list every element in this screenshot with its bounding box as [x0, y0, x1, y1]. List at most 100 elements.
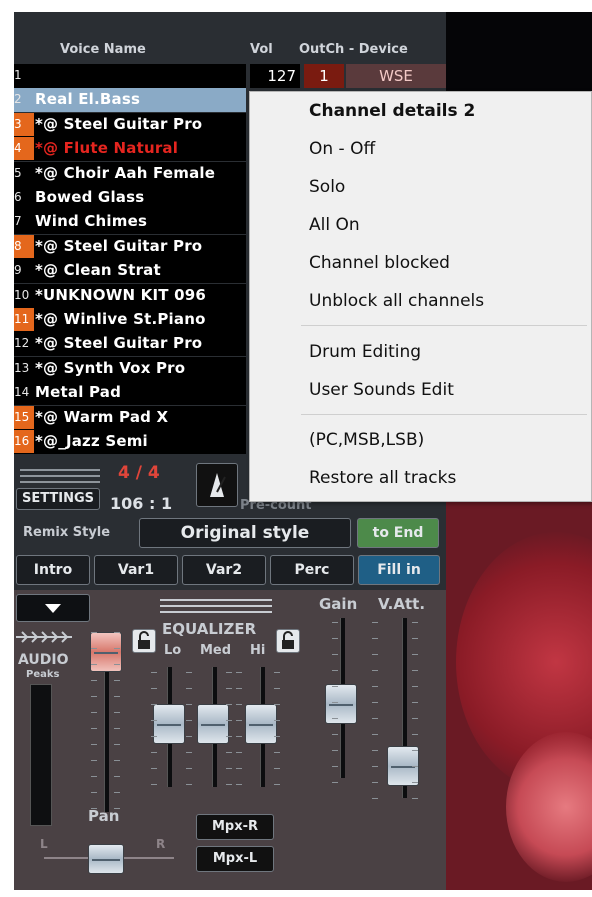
scale-tick	[332, 750, 338, 751]
channel-row[interactable]: 2 Real El.Bass	[14, 88, 246, 113]
voice-name: *@ Winlive St.Piano	[35, 310, 206, 328]
channel-row[interactable]: 12 *@ Steel Guitar Pro	[14, 332, 246, 357]
eq-hi-knob[interactable]	[245, 704, 277, 744]
voice-name: *@ Flute Natural	[35, 139, 179, 158]
scale-tick	[236, 768, 242, 769]
channel-dropdown[interactable]	[16, 594, 90, 622]
scale-tick	[114, 632, 120, 633]
scale-tick	[372, 702, 378, 703]
volume-value[interactable]: 127	[250, 64, 300, 88]
channel-row[interactable]: 6 Bowed Glass	[14, 186, 246, 210]
output-channel[interactable]: 1	[304, 64, 344, 88]
eq-med-label: Med	[200, 643, 232, 658]
scale-tick	[151, 768, 157, 769]
channel-row[interactable]: 13 *@ Synth Vox Pro	[14, 356, 246, 381]
voice-name	[35, 64, 246, 87]
channel-number: 9	[14, 263, 22, 278]
menu-item-solo[interactable]: Solo	[309, 168, 345, 206]
scale-tick	[236, 720, 242, 721]
output-device[interactable]: WSE	[346, 64, 446, 88]
settings-button[interactable]: SETTINGS	[16, 488, 100, 510]
audio-label: AUDIO	[18, 652, 69, 668]
scale-tick	[412, 766, 418, 767]
gain-knob[interactable]	[325, 684, 357, 724]
channel-number: 4	[14, 137, 34, 161]
scale-tick	[236, 672, 242, 673]
channel-row[interactable]: 14 Metal Pad	[14, 381, 246, 406]
scale-tick	[114, 760, 120, 761]
eq-lock-button[interactable]	[276, 629, 300, 653]
scale-tick	[151, 688, 157, 689]
mpx-l-button[interactable]: Mpx-L	[196, 846, 274, 872]
fill-in-button[interactable]: Fill in	[358, 555, 440, 585]
menu-item-channel-blocked[interactable]: Channel blocked	[309, 244, 450, 282]
channel-row[interactable]: 11 *@ Winlive St.Piano	[14, 308, 246, 332]
menu-item-restore-tracks[interactable]: Restore all tracks	[309, 459, 456, 497]
channel-row[interactable]: 10 *UNKNOWN KIT 096	[14, 283, 246, 308]
volume-fader-knob[interactable]	[90, 632, 122, 672]
scale-tick	[151, 736, 157, 737]
peaks-label: Peaks	[26, 669, 60, 680]
scale-tick	[114, 664, 120, 665]
scale-tick	[91, 728, 97, 729]
channel-row[interactable]: 8 *@ Steel Guitar Pro	[14, 234, 246, 259]
channel-row[interactable]: 9 *@ Clean Strat	[14, 259, 246, 284]
menu-title-channel-details[interactable]: Channel details 2	[309, 92, 475, 130]
scale-tick	[186, 704, 192, 705]
channel-row[interactable]: 15 *@ Warm Pad X	[14, 405, 246, 430]
menu-item-on-off[interactable]: On - Off	[309, 130, 375, 168]
eq-med-knob[interactable]	[197, 704, 229, 744]
scale-tick	[91, 776, 97, 777]
scale-tick	[412, 654, 418, 655]
channel-row[interactable]: 16 *@_Jazz Semi	[14, 430, 246, 454]
pan-right-label: R	[156, 837, 166, 851]
menu-item-user-sounds-edit[interactable]: User Sounds Edit	[309, 371, 454, 409]
menu-item-unblock-all[interactable]: Unblock all channels	[309, 282, 484, 320]
pan-knob[interactable]	[88, 844, 124, 874]
scale-tick	[114, 728, 120, 729]
lock-icon	[138, 631, 150, 649]
pan-left-label: L	[40, 837, 48, 851]
scale-tick	[236, 688, 242, 689]
eq-lo-knob[interactable]	[153, 704, 185, 744]
channel-number: 10	[14, 287, 30, 302]
scale-tick	[274, 672, 280, 673]
vatt-label: V.Att.	[378, 595, 426, 613]
song-position: 106 : 1	[110, 494, 173, 513]
menu-item-pc-msb-lsb[interactable]: (PC,MSB,LSB)	[309, 421, 424, 459]
channel-number: 8	[14, 234, 34, 258]
voice-name: Metal Pad	[35, 383, 122, 402]
channel-row[interactable]: 1	[14, 64, 246, 88]
menu-separator	[301, 414, 587, 415]
perc-button[interactable]: Perc	[270, 555, 354, 585]
channel-row[interactable]: 4 *@ Flute Natural	[14, 137, 246, 162]
channel-number: 14	[14, 385, 30, 400]
volume-lock-button[interactable]	[132, 629, 156, 653]
eq-lo-label: Lo	[164, 643, 182, 658]
scale-tick	[332, 670, 338, 671]
menu-item-all-on[interactable]: All On	[309, 206, 360, 244]
scale-tick	[236, 736, 242, 737]
var1-button[interactable]: Var1	[94, 555, 178, 585]
channel-row[interactable]: 5 *@ Choir Aah Female	[14, 161, 246, 186]
mpx-r-button[interactable]: Mpx-R	[196, 814, 274, 840]
scale-tick	[412, 686, 418, 687]
scale-tick	[274, 720, 280, 721]
scale-tick	[332, 702, 338, 703]
equalizer-lines-icon	[158, 594, 274, 616]
scale-tick	[412, 782, 418, 783]
scale-tick	[332, 782, 338, 783]
menu-item-drum-editing[interactable]: Drum Editing	[309, 333, 421, 371]
scale-tick	[186, 720, 192, 721]
style-selector[interactable]: Original style	[139, 518, 351, 548]
metronome-button[interactable]	[196, 463, 238, 507]
intro-button[interactable]: Intro	[16, 555, 90, 585]
channel-row[interactable]: 3 *@ Steel Guitar Pro	[14, 112, 246, 137]
scale-tick	[372, 686, 378, 687]
scale-tick	[412, 622, 418, 623]
to-end-button[interactable]: to End	[357, 518, 439, 548]
scale-tick	[372, 750, 378, 751]
channel-row[interactable]: 7 Wind Chimes	[14, 210, 246, 235]
scale-tick	[226, 720, 232, 721]
var2-button[interactable]: Var2	[182, 555, 266, 585]
